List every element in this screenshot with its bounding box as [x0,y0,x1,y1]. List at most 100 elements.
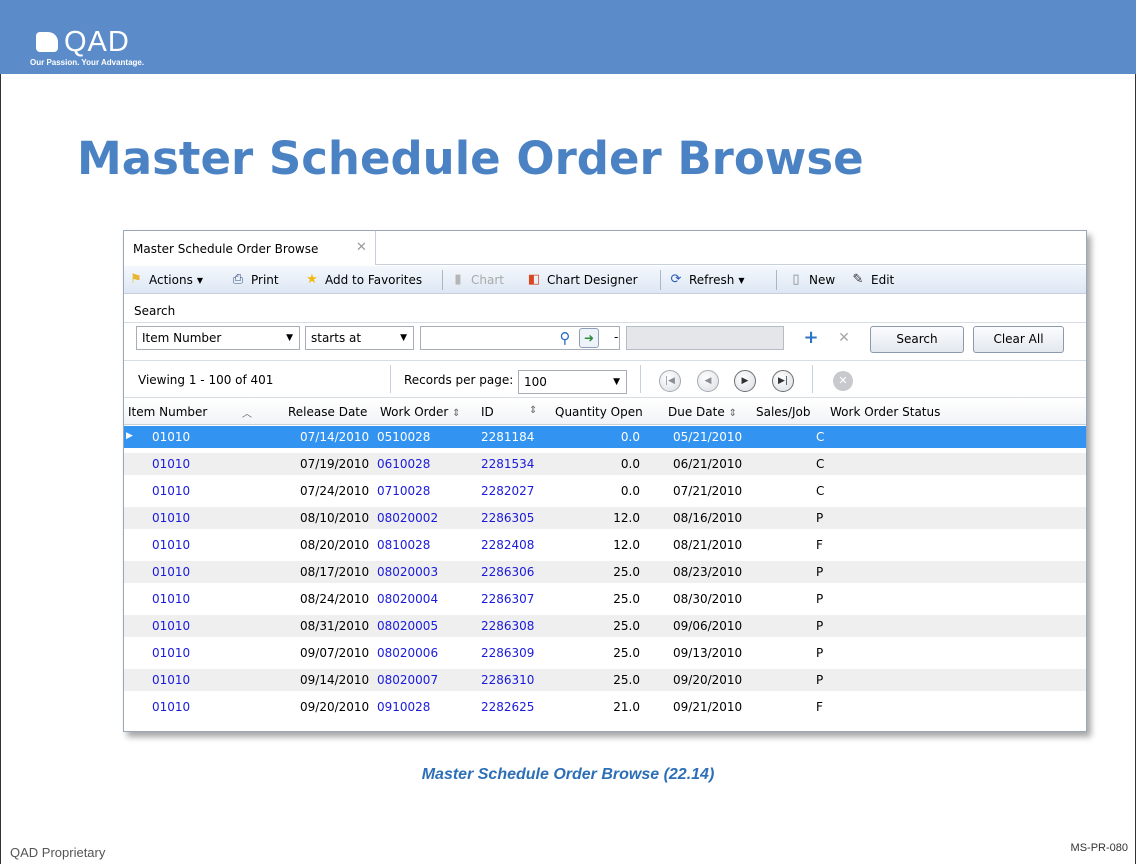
chart-button[interactable]: ▮ Chart [450,270,504,290]
work-order-status-cell: C [816,430,825,444]
id-link[interactable]: 2286305 [481,511,534,525]
work-order-link[interactable]: 0810028 [377,538,430,552]
column-header-sales-job[interactable]: Sales/Job [756,405,810,419]
id-link[interactable]: 2286309 [481,646,534,660]
work-order-link[interactable]: 0510028 [377,430,430,444]
previous-page-icon[interactable]: ◀ [697,370,719,392]
quantity-open-cell: 25.0 [613,592,640,606]
tab-master-schedule[interactable]: Master Schedule Order Browse ✕ [124,231,376,265]
id-link[interactable]: 2282027 [481,484,534,498]
due-date-cell: 09/20/2010 [673,673,743,687]
column-header-due-date[interactable]: Due Date ⇕ [668,405,737,419]
add-criteria-icon[interactable]: + [801,328,821,348]
item-number-link[interactable]: 01010 [152,538,190,552]
search-field-select[interactable]: Item Number ▼ [136,326,300,350]
table-row[interactable]: ▶ 01010 07/14/2010 0510028 2281184 0.0 05/21/2… [124,426,1086,448]
due-date-cell: 06/21/2010 [673,457,743,471]
item-number-link[interactable]: 01010 [152,457,190,471]
new-label: New [809,273,836,287]
search-icon[interactable]: ⚲ [556,329,574,347]
table-row[interactable]: 01010 07/19/2010 0610028 2281534 0.0 06/21/20… [124,453,1086,475]
item-number-link[interactable]: 01010 [152,673,190,687]
toolbar: ⚑ Actions ▼ ⎙ Print ★ Add to Favorites ▮ … [124,266,1086,294]
column-header-id[interactable]: ID [481,405,494,419]
id-link[interactable]: 2286307 [481,592,534,606]
table-row[interactable]: 01010 08/24/2010 08020004 2286307 25.0 08/30/… [124,588,1086,610]
table-row[interactable]: 01010 09/14/2010 08020007 2286310 25.0 09/20/… [124,669,1086,691]
id-link[interactable]: 2281184 [481,430,534,444]
clear-all-button[interactable]: Clear All [973,326,1064,353]
item-number-link[interactable]: 01010 [152,430,190,444]
remove-criteria-icon[interactable]: ✕ [834,328,854,348]
sort-toggle-icon[interactable]: ⇕ [529,405,537,416]
records-per-page-select[interactable]: 100 ▼ [518,370,627,394]
table-row[interactable]: 01010 08/17/2010 08020003 2286306 25.0 08/23/… [124,561,1086,583]
sort-ascending-icon[interactable]: ︿ [242,405,252,420]
id-link[interactable]: 2282408 [481,538,534,552]
new-document-icon: ▯ [792,272,800,287]
id-link[interactable]: 2281534 [481,457,534,471]
work-order-status-cell: F [816,700,823,714]
table-row[interactable]: 01010 08/31/2010 08020005 2286308 25.0 09/06/… [124,615,1086,637]
item-number-link[interactable]: 01010 [152,592,190,606]
item-number-link[interactable]: 01010 [152,484,190,498]
column-header-release-date[interactable]: Release Date [288,405,367,419]
due-date-cell: 08/23/2010 [673,565,743,579]
due-date-cell: 05/21/2010 [673,430,743,444]
item-number-link[interactable]: 01010 [152,700,190,714]
quantity-open-cell: 12.0 [613,511,640,525]
refresh-button[interactable]: ⟳ Refresh ▼ [668,270,745,290]
first-page-icon[interactable]: |◀ [659,370,681,392]
item-number-link[interactable]: 01010 [152,565,190,579]
item-number-link[interactable]: 01010 [152,511,190,525]
table-row[interactable]: 01010 09/07/2010 08020006 2286309 25.0 09/13/… [124,642,1086,664]
work-order-link[interactable]: 08020007 [377,673,438,687]
work-order-link[interactable]: 08020004 [377,592,438,606]
search-operator-select[interactable]: starts at ▼ [305,326,414,350]
column-header-work-order-status[interactable]: Work Order Status [830,405,940,419]
search-button[interactable]: Search [870,326,964,353]
id-link[interactable]: 2286306 [481,565,534,579]
last-page-icon[interactable]: ▶| [772,370,794,392]
column-header-item-number[interactable]: Item Number [128,405,207,419]
id-link[interactable]: 2286308 [481,619,534,633]
chart-label: Chart [471,273,504,287]
new-button[interactable]: ▯ New [788,270,835,290]
due-date-cell: 08/21/2010 [673,538,743,552]
add-favorites-button[interactable]: ★ Add to Favorites [304,270,422,290]
work-order-link[interactable]: 08020002 [377,511,438,525]
table-row[interactable]: 01010 08/20/2010 0810028 2282408 12.0 08/21/2… [124,534,1086,556]
tab-strip: Master Schedule Order Browse ✕ [124,231,1086,265]
next-page-icon[interactable]: ▶ [734,370,756,392]
table-row[interactable]: 01010 07/24/2010 0710028 2282027 0.0 07/21/20… [124,480,1086,502]
item-number-link[interactable]: 01010 [152,619,190,633]
actions-menu-button[interactable]: ⚑ Actions ▼ [128,270,203,290]
work-order-link[interactable]: 08020003 [377,565,438,579]
work-order-link[interactable]: 0910028 [377,700,430,714]
item-number-link[interactable]: 01010 [152,646,190,660]
work-order-link[interactable]: 08020005 [377,619,438,633]
work-order-link[interactable]: 0710028 [377,484,430,498]
work-order-link[interactable]: 08020006 [377,646,438,660]
id-link[interactable]: 2286310 [481,673,534,687]
range-end-input[interactable] [626,326,784,350]
cancel-icon[interactable]: ✕ [833,371,853,391]
work-order-link[interactable]: 0610028 [377,457,430,471]
column-header-quantity-open[interactable]: Quantity Open [555,405,643,419]
table-row[interactable]: 01010 08/10/2010 08020002 2286305 12.0 08/16/… [124,507,1086,529]
table-row[interactable]: 01010 09/20/2010 0910028 2282625 21.0 09/21/2… [124,696,1086,718]
chevron-down-icon: ▼ [286,333,293,343]
print-button[interactable]: ⎙ Print [230,270,279,290]
chart-designer-button[interactable]: ◧ Chart Designer [526,270,638,290]
work-order-status-cell: P [816,673,824,687]
toolbar-divider [660,270,661,290]
id-link[interactable]: 2282625 [481,700,534,714]
add-favorites-label: Add to Favorites [325,273,423,287]
column-header-work-order[interactable]: Work Order ⇕ [380,405,461,419]
edit-button[interactable]: ✎ Edit [850,270,895,290]
close-icon[interactable]: ✕ [356,240,367,255]
release-date-cell: 08/17/2010 [300,565,370,579]
go-arrow-icon[interactable]: ➜ [579,328,599,348]
column-header-label: Due Date [668,405,725,419]
chevron-down-icon: ▼ [196,275,203,285]
